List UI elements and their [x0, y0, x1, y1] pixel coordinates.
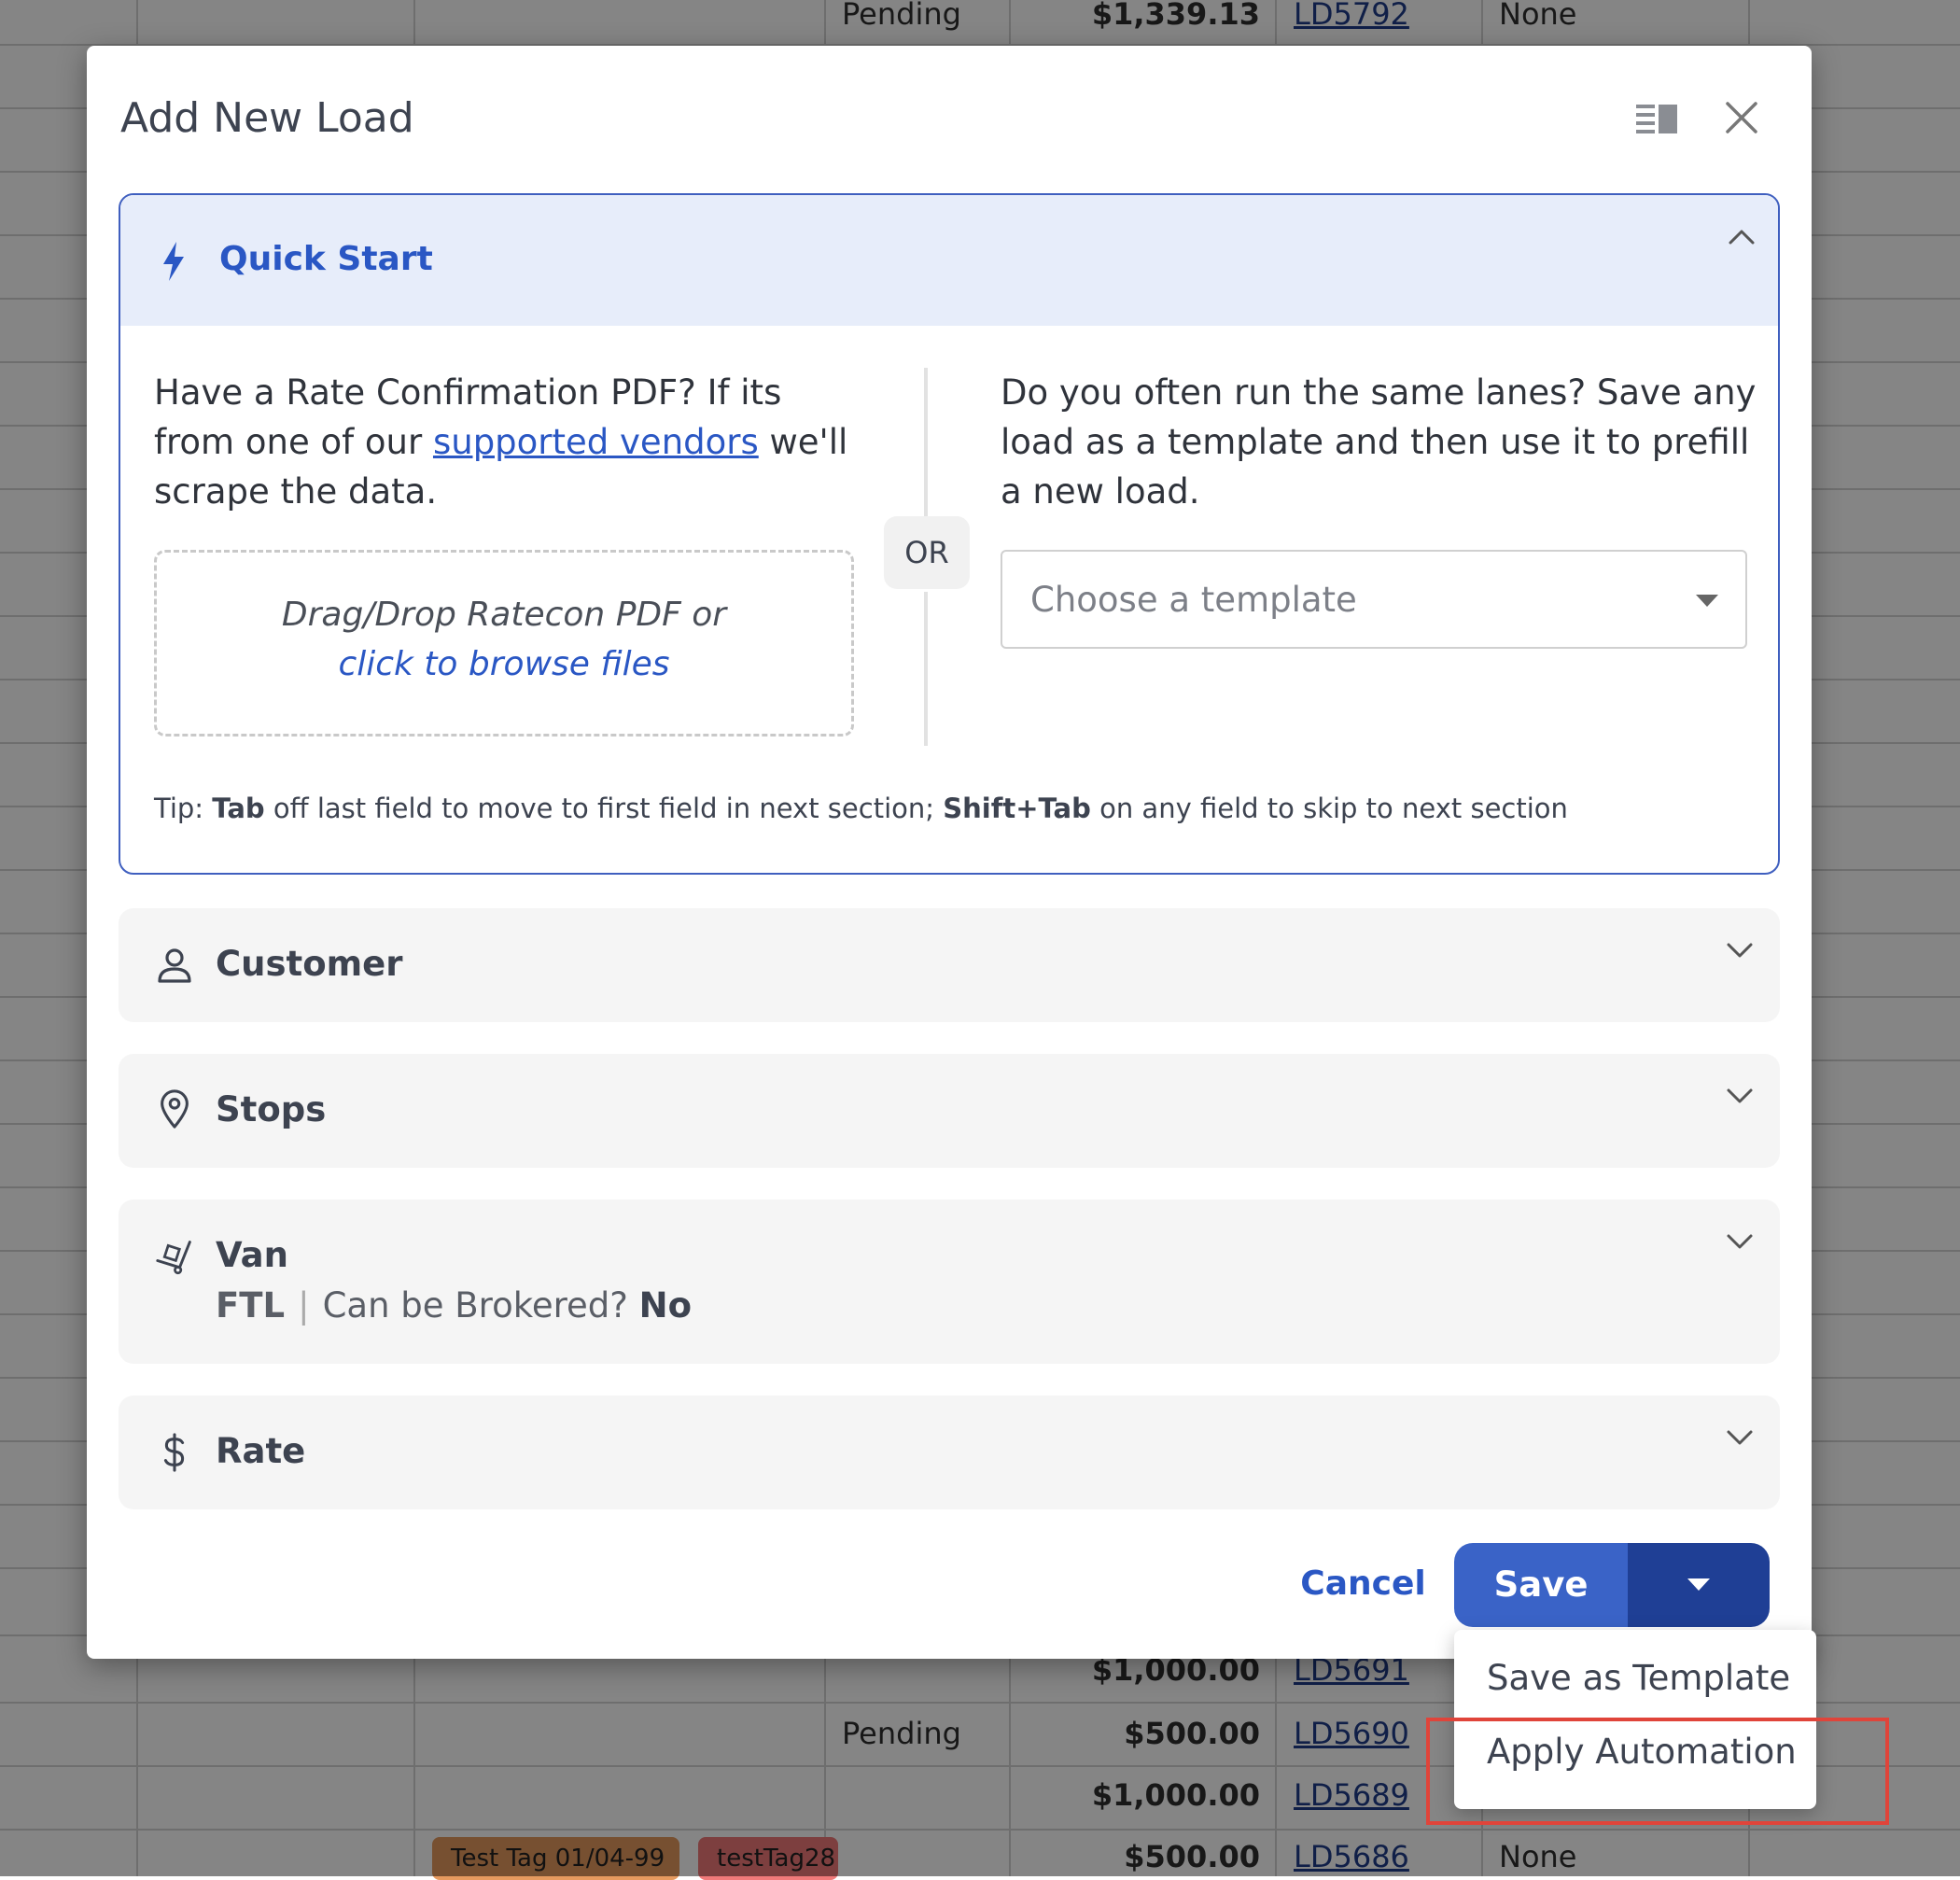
add-new-load-modal: Add New Load Quick Start Have a Rate Con… — [87, 46, 1812, 1659]
van-section-title: Van — [216, 1235, 288, 1275]
panel-layout-icon[interactable] — [1636, 102, 1677, 135]
chevron-down-icon[interactable] — [1726, 1087, 1754, 1105]
chevron-up-icon[interactable] — [1728, 227, 1756, 246]
menu-item-save-as-template[interactable]: Save as Template — [1487, 1658, 1790, 1698]
van-separator: | — [298, 1285, 310, 1326]
template-select-placeholder: Choose a template — [1030, 580, 1357, 620]
van-load-type: FTL — [216, 1285, 286, 1326]
divider — [924, 368, 928, 517]
chevron-down-icon[interactable] — [1726, 1232, 1754, 1251]
keyboard-tip: Tip: Tab off last field to move to first… — [154, 793, 1568, 824]
browse-files-link[interactable]: click to browse files — [157, 645, 851, 683]
rate-section[interactable]: Rate — [119, 1396, 1780, 1509]
template-select[interactable]: Choose a template — [1001, 550, 1747, 649]
lightning-bolt-icon — [163, 242, 184, 281]
tip-key-shift-tab: Shift+Tab — [943, 793, 1091, 824]
save-button[interactable]: Save — [1454, 1543, 1628, 1627]
van-brokered-value: No — [638, 1285, 693, 1326]
cancel-button[interactable]: Cancel — [1272, 1544, 1454, 1624]
quick-start-title: Quick Start — [219, 240, 433, 278]
chevron-down-icon[interactable] — [1726, 1428, 1754, 1447]
chevron-down-icon[interactable] — [1726, 941, 1754, 960]
van-brokered-label: Can be Brokered? — [322, 1285, 639, 1326]
hand-truck-icon — [156, 1241, 191, 1275]
dropzone-instruction: Drag/Drop Ratecon PDF or — [281, 596, 727, 634]
person-icon — [158, 948, 191, 983]
stops-section[interactable]: Stops — [119, 1054, 1780, 1168]
customer-section-title: Customer — [216, 944, 403, 984]
tip-suffix: on any field to skip to next section — [1090, 793, 1568, 824]
caret-down-icon — [1696, 595, 1718, 607]
template-description: Do you often run the same lanes? Save an… — [1001, 372, 1757, 512]
ratecon-dropzone[interactable]: Drag/Drop Ratecon PDF or click to browse… — [154, 550, 854, 737]
tip-prefix: Tip: — [154, 793, 213, 824]
divider — [924, 592, 928, 746]
ratecon-description: Have a Rate Confirmation PDF? If its fro… — [154, 368, 863, 516]
save-split-button: Save — [1454, 1543, 1770, 1627]
supported-vendors-link[interactable]: supported vendors — [433, 422, 759, 462]
van-section[interactable]: Van FTL | Can be Brokered? No — [119, 1200, 1780, 1364]
stops-section-title: Stops — [216, 1089, 327, 1129]
modal-title: Add New Load — [120, 94, 414, 142]
close-icon[interactable] — [1722, 98, 1761, 137]
dollar-sign-icon — [163, 1433, 185, 1472]
tip-key-tab: Tab — [212, 793, 265, 824]
caret-down-icon — [1687, 1578, 1710, 1591]
highlight-annotation — [1426, 1718, 1889, 1825]
or-badge: OR — [884, 516, 970, 589]
customer-section[interactable]: Customer — [119, 908, 1780, 1022]
tip-middle: off last field to move to first field in… — [264, 793, 944, 824]
map-pin-icon — [161, 1089, 189, 1129]
quick-start-section: Quick Start Have a Rate Confirmation PDF… — [119, 193, 1780, 875]
save-options-toggle[interactable] — [1628, 1543, 1770, 1627]
quick-start-header[interactable]: Quick Start — [120, 195, 1778, 326]
van-summary: FTL | Can be Brokered? No — [216, 1285, 692, 1326]
rate-section-title: Rate — [216, 1431, 306, 1471]
